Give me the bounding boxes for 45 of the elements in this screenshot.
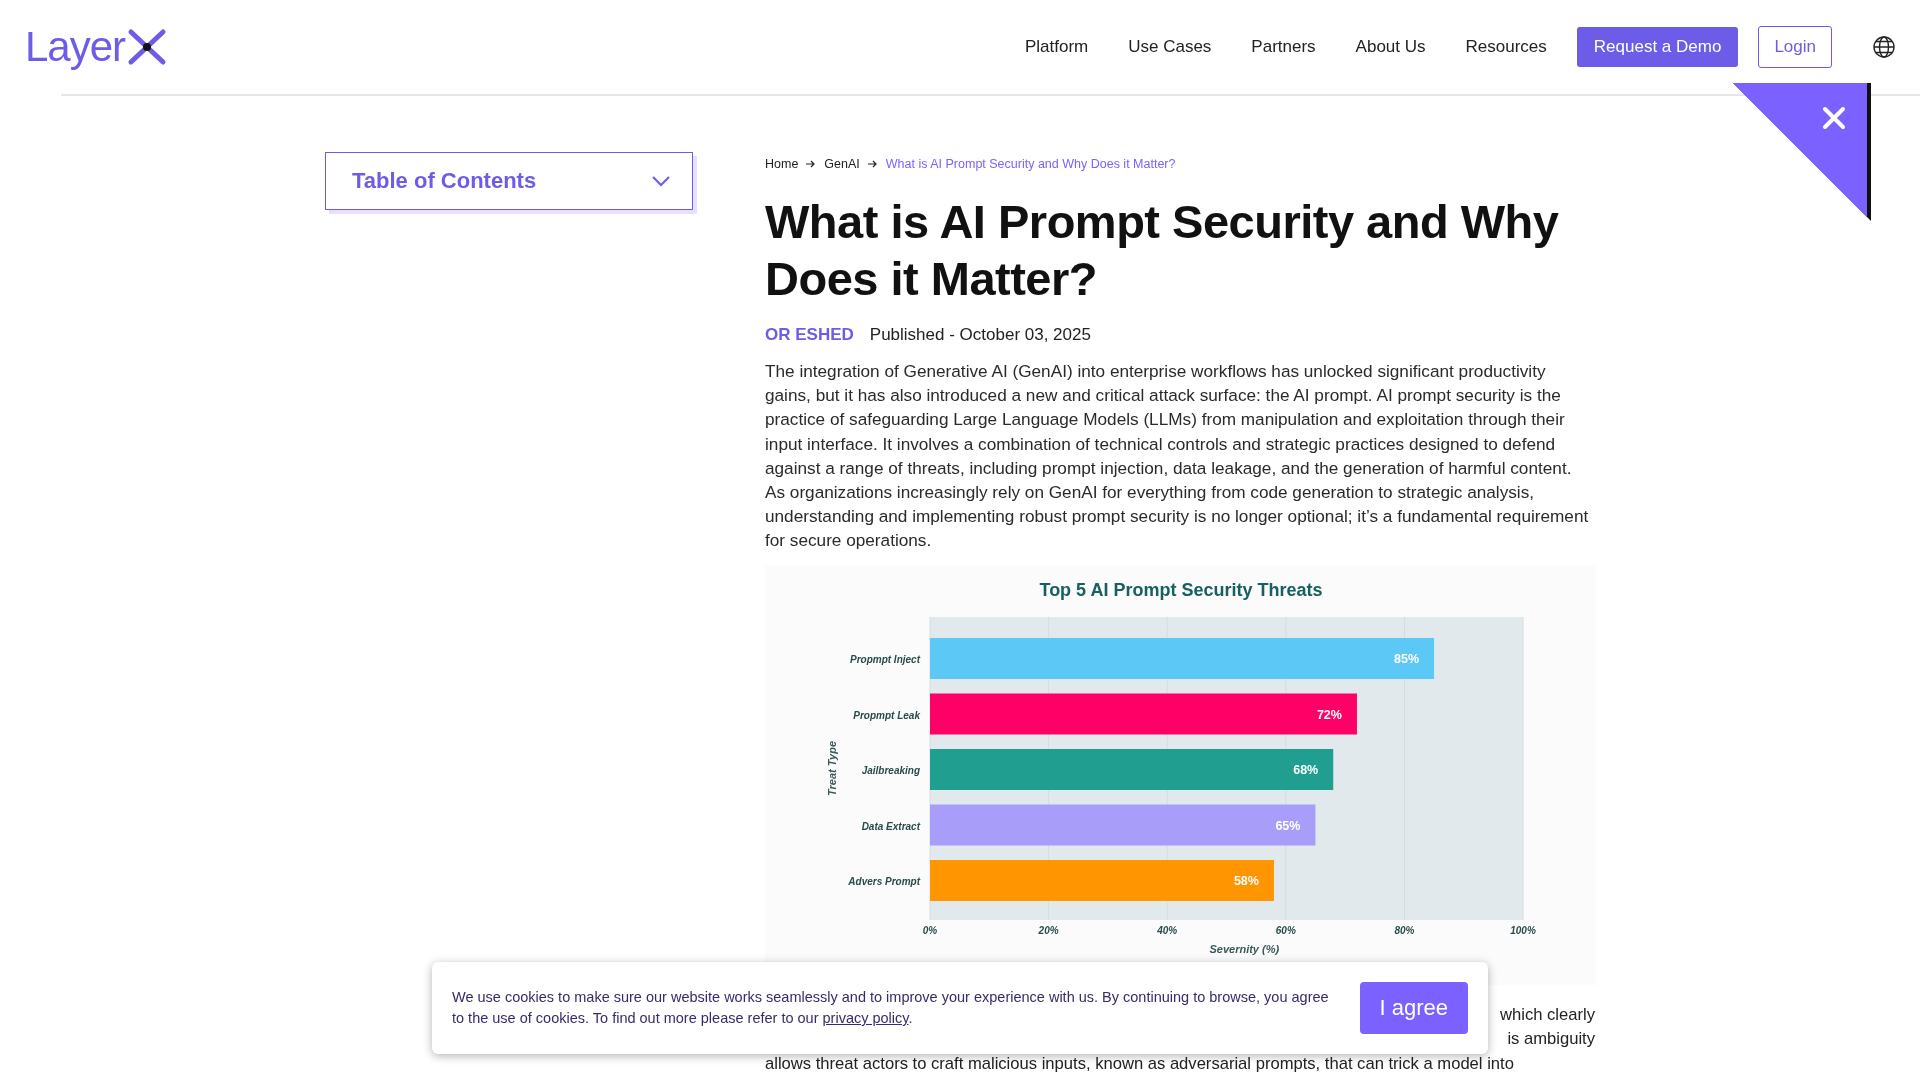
bar-value-label: 65% (1275, 818, 1301, 833)
globe-icon[interactable] (1872, 35, 1896, 59)
category-label: Data Extract (861, 820, 920, 832)
x-tick-label: 40% (1157, 924, 1178, 936)
body-text-fragment: is ambiguity (1507, 1027, 1595, 1050)
breadcrumb-link[interactable]: GenAI (824, 157, 860, 171)
category-label: Propmpt Leak (853, 709, 920, 721)
x-axis-title: Severnity (%) (1209, 942, 1280, 955)
arrow-right-icon (867, 160, 878, 168)
nav-link[interactable]: Use Cases (1128, 37, 1212, 57)
x-tick-label: 80% (1394, 924, 1415, 936)
request-demo-button[interactable]: Request a Demo (1576, 27, 1739, 67)
nav-link[interactable]: About Us (1355, 37, 1426, 57)
nav-link[interactable]: Partners (1251, 37, 1316, 57)
breadcrumb-link[interactable]: Home (765, 157, 799, 171)
privacy-policy-link[interactable]: privacy policy (822, 1010, 909, 1026)
body-text-fragment: which clearly (1500, 1003, 1595, 1026)
y-axis-title: Treat Type (826, 740, 838, 796)
nav-link[interactable]: Platform (1024, 37, 1089, 57)
nav-link[interactable]: Resources (1465, 37, 1547, 57)
body-text-line: allows threat actors to craft malicious inputs, known as adversarial prompts, that can trick a model into (765, 1054, 1515, 1073)
article-title: What is AI Prompt Security and Why Does it Matter? (765, 194, 1560, 307)
bar-value-label: 58% (1233, 873, 1259, 888)
category-label: Propmpt Inject (850, 653, 920, 665)
bar-value-label: 72% (1316, 707, 1342, 722)
author-name[interactable]: OR ESHED (765, 325, 854, 345)
x-tick-label: 0% (922, 924, 938, 936)
agree-button[interactable]: I agree (1359, 982, 1468, 1034)
breadcrumb-link[interactable]: What is AI Prompt Security and Why Does it Matter? (885, 157, 1176, 171)
x-tick-label: 100% (1510, 924, 1536, 936)
bar-value-label: 68% (1293, 762, 1319, 777)
arrow-right-icon (806, 160, 817, 168)
x-tick-label: 60% (1275, 924, 1296, 936)
category-label: Jailbreaking (861, 764, 920, 776)
logo-wordmark[interactable]: Layer (25, 23, 126, 71)
logo-x-icon (127, 28, 168, 66)
login-button[interactable]: Login (1758, 26, 1832, 68)
category-label: Advers Prompt (848, 875, 920, 887)
chart-title: Top 5 AI Prompt Security Threats (1039, 579, 1323, 600)
chevron-icon (652, 175, 670, 187)
cookie-notice-text: We use cookies to make sure our website works seamlessly and to improve your experience with us. By continuing to browse, you agree to the use of cookies. To find out more please refer to our privacy policy. (452, 988, 1330, 1028)
bar-value-label: 85% (1394, 651, 1420, 666)
intro-paragraph: The integration of Generative AI (GenAI) into enterprise workflows has unlocked significant productivity gains, but it has also introduced a new and critical attack surface: the AI prompt. AI prompt security is the practice of safeguarding Large Language Models (LLMs) from manipulation and exploitation through their input interface. It involves a combination of technical controls and strategic practices designed to defend against a range of threats, including prompt injection, data leakage, and the generation of harmful content. As organizations increasingly rely on GenAI for everything from code generation to strategic analysis, understanding and implementing robust prompt security is no longer optional; it’s a fundamental requirement for secure operations. (765, 360, 1590, 553)
x-tick-label: 20% (1038, 924, 1059, 936)
publish-date: Published - October 03, 2025 (869, 325, 1091, 345)
